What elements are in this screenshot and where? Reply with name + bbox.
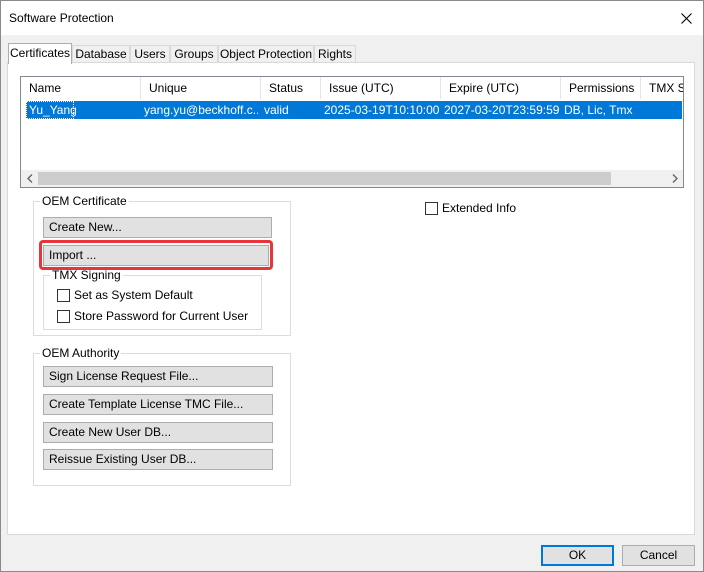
column-header-issue[interactable]: Issue (UTC) [321,77,441,99]
software-protection-dialog: Software Protection Certificates Databas… [0,0,704,572]
store-password-label: Store Password for Current User [74,309,249,323]
create-template-license-button[interactable]: Create Template License TMC File... [43,394,273,415]
close-icon [680,12,692,24]
sign-license-request-button[interactable]: Sign License Request File... [43,366,273,387]
table-row[interactable]: Yu_Yang yang.yu@beckhoff.c... valid 2025… [26,101,682,119]
close-button[interactable] [669,1,703,35]
checkbox-box[interactable] [57,310,70,323]
tab-database[interactable]: Database [72,45,130,62]
cell-permissions: DB, Lic, Tmx [564,103,633,117]
cancel-button[interactable]: Cancel [622,545,695,566]
column-header-name[interactable]: Name [21,77,141,99]
cell-issue: 2025-03-19T10:10:00 [324,103,440,117]
tab-groups[interactable]: Groups [170,45,218,62]
scroll-thumb[interactable] [38,172,611,185]
tab-users[interactable]: Users [130,45,170,62]
list-header: Name Unique Status Issue (UTC) Expire (U… [21,77,683,99]
scroll-right-button[interactable] [666,170,683,187]
create-new-button[interactable]: Create New... [43,217,272,238]
cell-tmx [644,101,682,119]
set-system-default-label: Set as System Default [74,288,193,302]
checkbox-box[interactable] [425,202,438,215]
cell-expire: 2027-03-20T23:59:59 [444,103,560,117]
scroll-left-button[interactable] [21,170,38,187]
window-title: Software Protection [9,11,114,25]
oem-authority-title: OEM Authority [40,346,122,360]
column-header-status[interactable]: Status [261,77,321,99]
chevron-right-icon [672,174,678,183]
column-header-expire[interactable]: Expire (UTC) [441,77,561,99]
cell-unique: yang.yu@beckhoff.c... [144,103,258,117]
extended-info-label: Extended Info [442,201,517,215]
chevron-left-icon [26,174,32,183]
tab-certificates[interactable]: Certificates [8,43,72,64]
import-button[interactable]: Import ... [43,245,269,266]
reissue-user-db-button[interactable]: Reissue Existing User DB... [43,449,273,470]
ok-button[interactable]: OK [541,545,614,566]
column-header-permissions[interactable]: Permissions [561,77,641,99]
certificates-list[interactable]: Name Unique Status Issue (UTC) Expire (U… [20,76,684,188]
title-bar: Software Protection [1,1,703,35]
oem-certificate-title: OEM Certificate [40,194,129,208]
checkbox-box[interactable] [57,289,70,302]
column-header-tmx[interactable]: TMX S [641,77,683,99]
tab-rights[interactable]: Rights [314,45,356,62]
column-header-unique[interactable]: Unique [141,77,261,99]
tmx-signing-title: TMX Signing [50,268,123,282]
horizontal-scrollbar[interactable] [21,170,683,187]
tab-object-protection[interactable]: Object Protection [218,45,314,62]
cell-status: valid [264,103,289,117]
create-new-user-db-button[interactable]: Create New User DB... [43,422,273,443]
cell-name: Yu_Yang [29,103,77,117]
